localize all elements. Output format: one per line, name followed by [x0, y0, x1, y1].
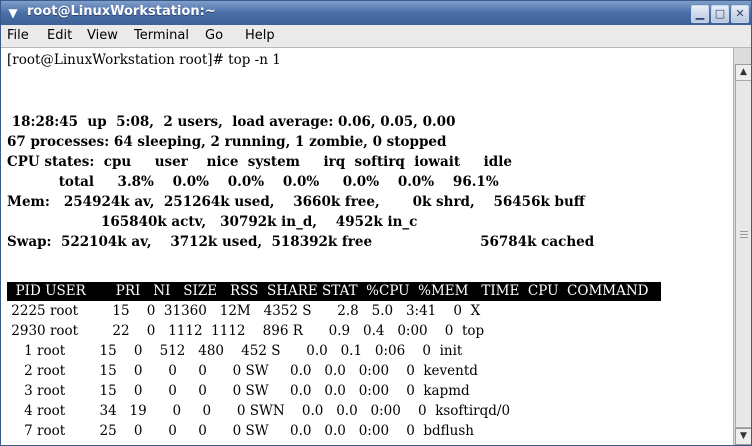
swap-line: Swap: 522104k av, 3712k used, 518392k fr…	[7, 234, 595, 250]
scrollbar-thumb[interactable]	[735, 80, 751, 428]
process-row: 2 root 15 0 0 0 0 SW 0.0 0.0 0:00 0 keve…	[7, 363, 478, 379]
cpu-states-total: total 3.8% 0.0% 0.0% 0.0% 0.0% 0.0% 96.1…	[7, 174, 499, 190]
terminal-output[interactable]: [root@LinuxWorkstation root]# top -n 1 1…	[1, 48, 733, 445]
menu-edit[interactable]: Edit	[47, 28, 72, 43]
menu-go[interactable]: Go	[205, 28, 223, 43]
menu-file[interactable]: File	[7, 28, 29, 43]
scroll-up-icon[interactable]: ▲	[735, 64, 751, 81]
process-row: 4 root 34 19 0 0 0 SWN 0.0 0.0 0:00 0 ks…	[7, 403, 511, 419]
menu-help[interactable]: Help	[245, 28, 275, 43]
thumb-grip	[740, 231, 748, 232]
thumb-grip	[740, 234, 748, 235]
prompt-line: [root@LinuxWorkstation root]# top -n 1	[7, 52, 281, 68]
thumb-grip	[740, 237, 748, 238]
window-menu-icon[interactable]: ▼	[6, 6, 20, 20]
uptime-line: 18:28:45 up 5:08, 2 users, load average:…	[7, 114, 456, 130]
window-title: root@LinuxWorkstation:~	[27, 4, 216, 19]
title-bar[interactable]: ▼ root@LinuxWorkstation:~ ▁ □ ✕	[1, 1, 751, 25]
process-row: 3 root 15 0 0 0 0 SW 0.0 0.0 0:00 0 kapm…	[7, 383, 470, 399]
vertical-scrollbar[interactable]: ▲ ▼	[733, 48, 751, 445]
mem-line: Mem: 254924k av, 251264k used, 3660k fre…	[7, 194, 585, 210]
process-row: 2930 root 22 0 1112 1112 896 R 0.9 0.4 0…	[7, 323, 485, 339]
minimize-button[interactable]: ▁	[691, 5, 709, 23]
mem-line-2: 165840k actv, 30792k in_d, 4952k in_c	[7, 214, 418, 230]
processes-line: 67 processes: 64 sleeping, 2 running, 1 …	[7, 134, 447, 150]
terminal-window: ▼ root@LinuxWorkstation:~ ▁ □ ✕ File Edi…	[0, 0, 752, 446]
process-table-header: PID USER PRI NI SIZE RSS SHARE STAT %CPU…	[7, 283, 649, 299]
cpu-states-header: CPU states: cpu user nice system irq sof…	[7, 154, 512, 170]
menu-bar: File Edit View Terminal Go Help	[1, 25, 751, 48]
close-button[interactable]: ✕	[731, 5, 749, 23]
process-row: 7 root 25 0 0 0 0 SW 0.0 0.0 0:00 0 bdfl…	[7, 423, 474, 439]
scroll-down-icon[interactable]: ▼	[735, 428, 751, 445]
menu-terminal[interactable]: Terminal	[134, 28, 189, 43]
process-row: 2225 root 15 0 31360 12M 4352 S 2.8 5.0 …	[7, 303, 481, 319]
maximize-button[interactable]: □	[711, 5, 729, 23]
menu-view[interactable]: View	[87, 28, 118, 43]
process-row: 1 root 15 0 512 480 452 S 0.0 0.1 0:06 0…	[7, 343, 463, 359]
